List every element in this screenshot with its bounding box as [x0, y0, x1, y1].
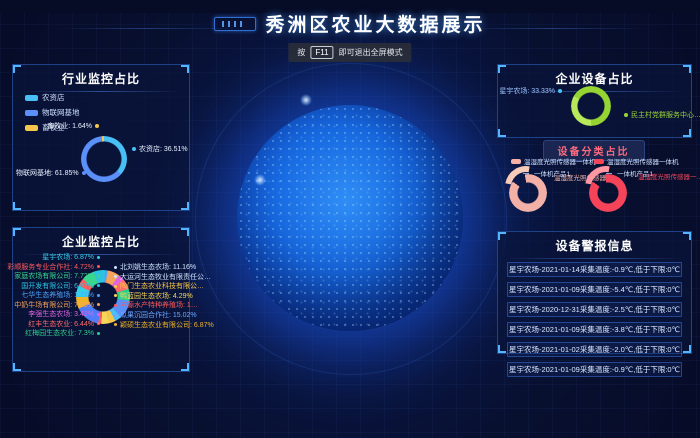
alarm-row: 星宇农场-2021-01-09采集温度:-0.9℃,低于下限:0℃: [507, 362, 682, 377]
panel-industry-title: 行业监控占比: [13, 65, 189, 90]
alarm-row: 星宇农场-2020-12-31采集温度:-2.5℃,低于下限:0℃: [507, 302, 682, 317]
chart-callout: 物联网基地: 61.85%: [16, 168, 86, 178]
legend-item[interactable]: 温湿度光照传感器一体机: [511, 156, 596, 166]
f11-key-hint: F11: [310, 46, 333, 59]
chart-callout: 畜牧业: 1.64%: [27, 121, 99, 131]
legend-item[interactable]: 温湿度光照传感器一体机: [594, 156, 679, 166]
globe: [237, 105, 463, 331]
chart-callout-label: 丰源水产特种养殖场: 1…: [111, 302, 198, 309]
panel-alarm-title: 设备警报信息: [498, 232, 691, 257]
chart-callout-label: 颖硕生态农业有限公司: 6.87%: [111, 322, 214, 329]
callout-label: 民主村党群服务中心…: [631, 110, 700, 120]
fullscreen-tip: 按 F11 即可退出全屏模式: [288, 43, 411, 62]
callout-label: 物联网基地: 61.85%: [16, 168, 79, 178]
callout-dot: [558, 89, 562, 93]
alarm-rows: 星宇农场-2021-01-14采集温度:-0.9℃,低于下限:0℃ 星宇农场-20…: [498, 262, 691, 377]
chart-callout-label: 七华生态养殖场: 1.72%: [21, 292, 103, 299]
callout-label: 星宇农场: 33.33%: [499, 86, 555, 96]
tip-prefix: 按: [297, 47, 305, 58]
legend-swatch: [25, 95, 38, 101]
callout-dot: [82, 171, 86, 175]
chart-callout-label: 瓜果沉园合作社: 15.02%: [111, 312, 197, 319]
enterprise-left-labels: 星宇农场: 6.87%彩顺服务专业合作社: 4.72%家庭农场有限公司: 7.7…: [15, 254, 103, 340]
chart-callout-label: 温湿度光照传感器一…: [638, 171, 700, 181]
chart-callout: 民主村党群服务中心…: [624, 110, 700, 120]
chart-callout-label: 红梅园生态农业: 7.3%: [25, 330, 103, 337]
chart-callout-label: 北刘姚生态农场: 11.16%: [111, 264, 196, 271]
logo-badge: [214, 17, 256, 31]
callout-label: 畜牧业: 1.64%: [47, 121, 92, 131]
callout-dot: [132, 147, 136, 151]
chart-callout: 农资店: 36.51%: [132, 144, 188, 154]
panel-enterprise: 企业监控占比 星宇农场: 6.87%彩顺服务专业合作社: 4.72%家庭农场有限…: [12, 227, 190, 372]
industry-donut-chart[interactable]: [81, 136, 127, 182]
chart-callout-label: 中奶牛场有限公司: 7.29%: [14, 302, 103, 309]
header: 秀洲区农业大数据展示: [0, 10, 700, 37]
panel-enterprise-title: 企业监控占比: [13, 228, 189, 253]
alarm-row: 星宇农场-2021-01-14采集温度:-0.9℃,低于下限:0℃: [507, 262, 682, 277]
chart-callout-label: 国开发有限公司: 6.87%: [21, 283, 103, 290]
legend-label: 物联网基地: [42, 107, 80, 118]
device-donut-chart[interactable]: [571, 86, 611, 126]
chart-callout-label: 大运河生态牧业有限责任公…: [111, 274, 211, 281]
chart-callout-label: 红丰生态农业: 6.44%: [28, 321, 103, 328]
legend-swatch: [594, 159, 604, 164]
panel-alarm: 设备警报信息 星宇农场-2021-01-14采集温度:-0.9℃,低于下限:0℃…: [497, 231, 692, 354]
legend-item[interactable]: 农资店: [25, 92, 80, 103]
alarm-row: 星宇农场-2021-01-02采集温度:-2.0℃,低于下限:0℃: [507, 342, 682, 357]
legend-swatch: [25, 110, 38, 116]
chart-callout-label: 李强生态农场: 3.42%: [28, 311, 103, 318]
chart-callout-label: 鸭蓝园生态农场: 4.29%: [111, 293, 193, 300]
page-title: 秀洲区农业大数据展示: [265, 10, 485, 37]
callout-dot: [624, 113, 628, 117]
chart-callout: 星宇农场: 33.33%: [504, 86, 562, 96]
legend-label: 温湿度光照传感器一体机: [524, 156, 596, 166]
dashboard-root: 秀洲区农业大数据展示 按 F11 即可退出全屏模式 行业监控占比 农资店物联网基…: [0, 0, 700, 438]
tip-suffix: 即可退出全屏模式: [339, 47, 403, 58]
alarm-row: 星宇农场-2021-01-09采集温度:-3.8℃,低于下限:0℃: [507, 322, 682, 337]
legend-label: 温湿度光照传感器一体机: [607, 156, 679, 166]
chart-callout-label: 家庭农场有限公司: 7.72%: [14, 273, 103, 280]
chart-callout-label: 星宇农场: 6.87%: [42, 254, 103, 261]
enterprise-right-labels: 北刘姚生态农场: 11.16%大运河生态牧业有限责任公…陶门生态农业科技有限公……: [111, 264, 191, 331]
chart-callout-label: 陶门生态农业科技有限公…: [111, 283, 204, 290]
glow-glint: [300, 94, 312, 106]
panel-device-ratio: 企业设备占比 星宇农场: 33.33% 民主村党群服务中心…: [497, 64, 692, 138]
legend-label: 农资店: [42, 92, 65, 103]
legend-item[interactable]: 物联网基地: [25, 107, 80, 118]
panel-industry: 行业监控占比 农资店物联网基地畜牧业 畜牧业: 1.64% 农资店: 36.51…: [12, 64, 190, 211]
section-device-class: 设备分类占比 温湿度光照传感器一体机一体机产品1 温湿度光照传感器一… 温湿度光…: [497, 140, 690, 224]
callout-label: 农资店: 36.51%: [139, 144, 188, 154]
glow-glint: [254, 174, 266, 186]
alarm-row: 星宇农场-2021-01-09采集温度:-5.4℃,低于下限:0℃: [507, 282, 682, 297]
callout-dot: [95, 124, 99, 128]
legend-swatch: [511, 159, 521, 164]
globe-dot-map: [237, 105, 463, 331]
chart-callout-label: 彩顺服务专业合作社: 4.72%: [7, 264, 103, 271]
